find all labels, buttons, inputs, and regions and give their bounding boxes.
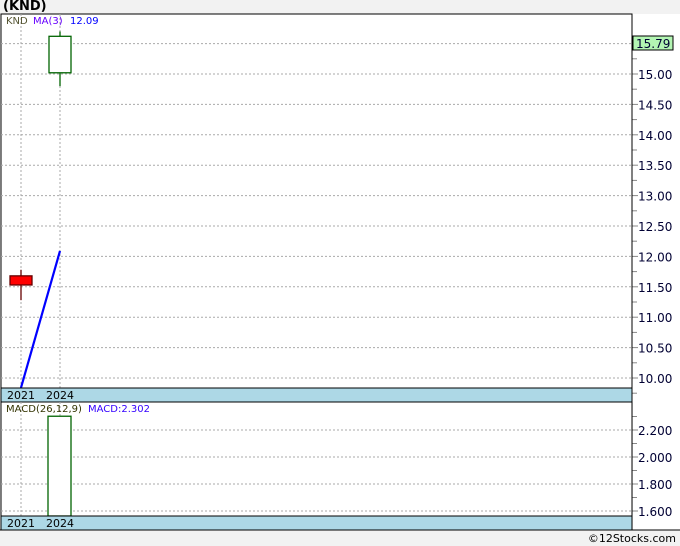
macd-bar (47, 415, 72, 517)
macd-panel (0, 401, 633, 517)
ytick-label: 13.00 (638, 190, 672, 204)
ticker-label: KND (6, 16, 28, 27)
ytick-label: 1.600 (638, 505, 672, 519)
credit-text: ©12Stocks.com (587, 532, 676, 545)
macd-value: MACD:2.302 (88, 404, 150, 415)
xtick-label: 2021 (7, 389, 35, 402)
ytick-label: 2.000 (638, 451, 672, 465)
ytick-label: 14.50 (638, 98, 672, 112)
candle-body (9, 275, 33, 286)
stock-chart: (KND) 10.00 10.50 11.00 11.50 12.00 12.50 13.0… (0, 0, 680, 546)
x-axis-band (0, 515, 633, 531)
price-panel (0, 13, 633, 389)
ytick-label: 2.200 (638, 424, 672, 438)
ytick-label: 1.800 (638, 478, 672, 492)
ma-value: 12.09 (70, 16, 99, 27)
xtick-label: 2024 (46, 517, 74, 530)
ytick-label: 11.50 (638, 281, 672, 295)
ytick-label: 11.00 (638, 311, 672, 325)
ytick-label: 15.00 (638, 68, 672, 82)
x-axis-band (0, 387, 633, 403)
last-price-label: 15.79 (636, 37, 670, 51)
xtick-label: 2024 (46, 389, 74, 402)
ma-label: MA(3) (33, 16, 63, 27)
macd-label: MACD(26,12,9) (6, 404, 82, 415)
ytick-label: 12.50 (638, 220, 672, 234)
ytick-label: 12.00 (638, 250, 672, 264)
ytick-label: 13.50 (638, 159, 672, 173)
candle-body (48, 35, 72, 74)
xtick-label: 2021 (7, 517, 35, 530)
ytick-label: 10.50 (638, 342, 672, 356)
ytick-label: 10.00 (638, 372, 672, 386)
chart-canvas: 10.00 10.50 11.00 11.50 12.00 12.50 13.00 13.50… (0, 13, 680, 531)
ytick-label: 14.00 (638, 129, 672, 143)
